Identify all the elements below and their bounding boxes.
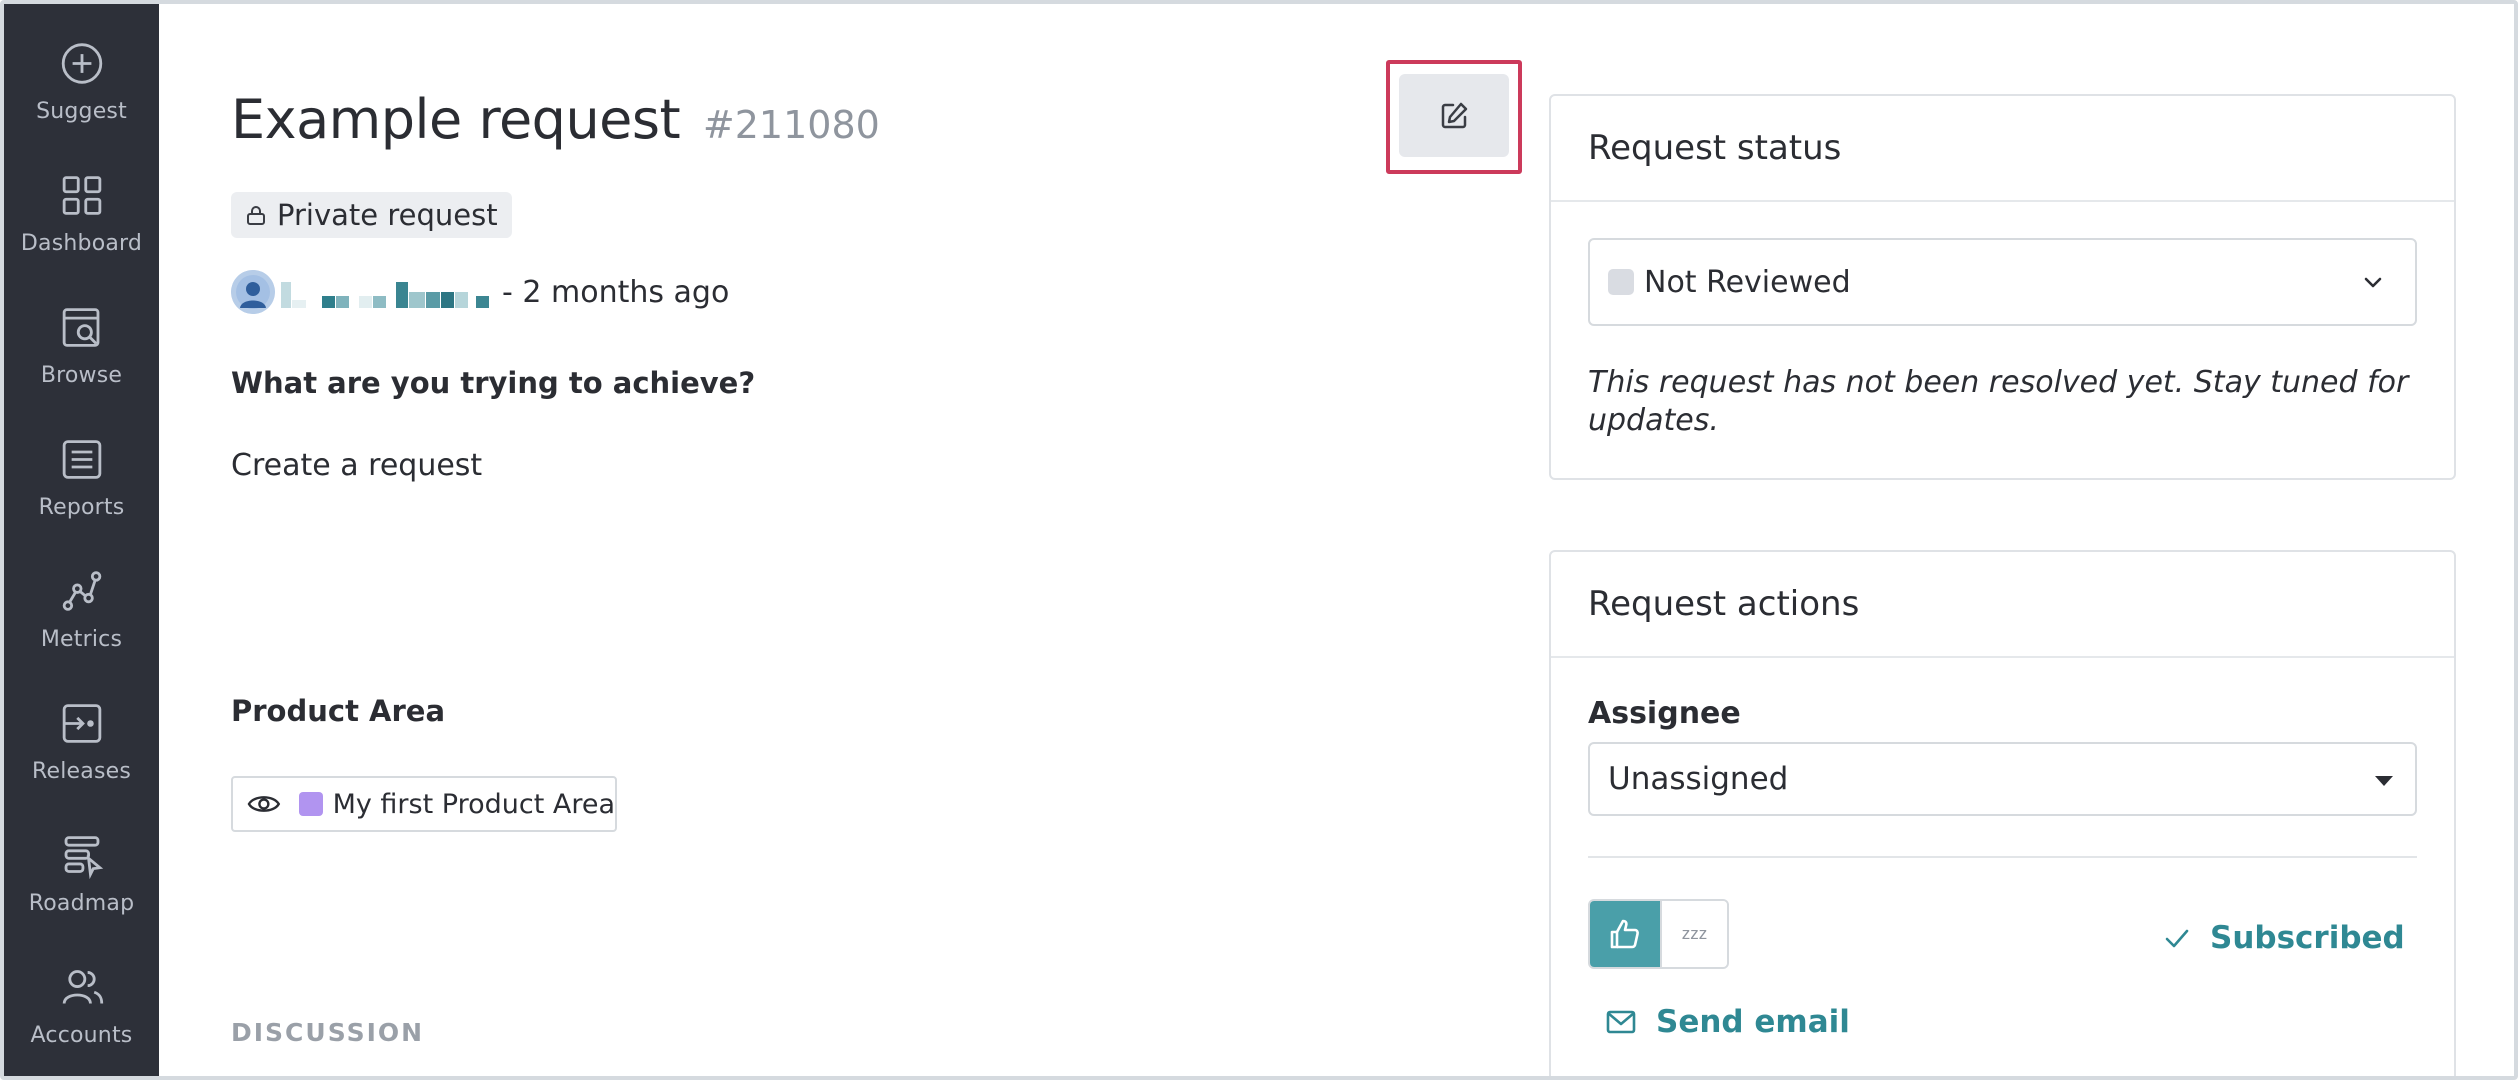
- avatar[interactable]: [231, 270, 275, 314]
- request-number: #211080: [702, 103, 880, 147]
- sidebar-item-label: Accounts: [30, 1023, 133, 1048]
- author-line: - 2 months ago: [231, 268, 729, 316]
- users-icon: [62, 970, 103, 1004]
- app-frame: Suggest Dashboard Browse Reports Metrics…: [0, 0, 2518, 1080]
- user-avatar-icon: [231, 270, 275, 314]
- sidebar: Suggest Dashboard Browse Reports Metrics…: [4, 4, 159, 1076]
- product-area-chip[interactable]: My first Product Area: [231, 776, 617, 832]
- status-color-dot: [1608, 269, 1634, 295]
- sidebar-item-label: Releases: [31, 759, 132, 784]
- sidebar-item-metrics[interactable]: Metrics: [4, 532, 159, 652]
- sidebar-item-accounts[interactable]: Accounts: [4, 928, 159, 1048]
- mail-icon: [1606, 1010, 1636, 1034]
- divider: [1588, 856, 2417, 858]
- snooze-zzz-icon: zzz: [1681, 924, 1708, 943]
- sidebar-item-releases[interactable]: Releases: [4, 664, 159, 784]
- subscribed-toggle[interactable]: Subscribed: [2164, 920, 2405, 956]
- request-timestamp: - 2 months ago: [502, 274, 730, 310]
- status-note: This request has not been resolved yet. …: [1588, 365, 2409, 438]
- send-email-label: Send email: [1656, 1004, 1850, 1040]
- graph-nodes-icon: [62, 571, 101, 611]
- sidebar-item-label: Reports: [38, 495, 125, 520]
- assignee-label: Assignee: [1588, 696, 1741, 731]
- assignee-selected-value: Unassigned: [1608, 761, 1789, 797]
- upvote-button[interactable]: [1590, 901, 1660, 967]
- sidebar-item-suggest[interactable]: Suggest: [4, 4, 159, 124]
- vote-button-group: zzz: [1588, 899, 1729, 969]
- assignee-dropdown[interactable]: Unassigned: [1588, 742, 2417, 816]
- grid-icon: [62, 176, 101, 215]
- release-arrow-icon: [62, 704, 101, 743]
- request-title: Example request: [231, 88, 681, 151]
- edit-request-button[interactable]: [1399, 74, 1509, 157]
- subscribed-label: Subscribed: [2210, 920, 2405, 956]
- private-request-badge: Private request: [231, 192, 512, 238]
- product-area-label: Product Area: [231, 694, 446, 728]
- browse-search-icon: [62, 308, 99, 347]
- thumbs-up-icon: [1610, 919, 1639, 949]
- snooze-button[interactable]: zzz: [1660, 901, 1727, 967]
- eye-icon: [247, 796, 281, 812]
- checkmark-icon: [2165, 929, 2189, 948]
- status-dropdown[interactable]: Not Reviewed: [1588, 238, 2417, 326]
- list-document-icon: [62, 440, 101, 479]
- lock-icon: [247, 206, 265, 225]
- sidebar-item-label: Roadmap: [28, 891, 135, 916]
- discussion-heading: DISCUSSION: [231, 1018, 425, 1047]
- product-area-name: My first Product Area: [332, 788, 615, 820]
- request-actions-header: Request actions: [1551, 552, 2454, 658]
- sidebar-item-label: Metrics: [40, 627, 123, 652]
- request-status-header: Request status: [1551, 96, 2454, 202]
- sidebar-item-label: Browse: [40, 363, 123, 388]
- page-title: Example request #211080: [231, 88, 880, 151]
- sidebar-item-dashboard[interactable]: Dashboard: [4, 136, 159, 256]
- plus-circle-icon: [61, 43, 102, 84]
- status-selected-value: Not Reviewed: [1644, 264, 1851, 300]
- sidebar-item-reports[interactable]: Reports: [4, 400, 159, 520]
- sidebar-item-browse[interactable]: Browse: [4, 268, 159, 388]
- question-answer: Create a request: [231, 448, 483, 483]
- chevron-down-icon: [2364, 277, 2382, 288]
- sidebar-item-label: Suggest: [36, 99, 127, 124]
- product-area-color-swatch: [298, 792, 323, 816]
- request-status-card: Request status Not Reviewed This request…: [1549, 94, 2456, 480]
- redacted-author-name: [281, 276, 490, 308]
- private-request-label: Private request: [277, 198, 498, 232]
- question-label: What are you trying to achieve?: [231, 366, 756, 400]
- roadmap-cursor-icon: [64, 836, 103, 879]
- caret-down-icon: [2375, 776, 2393, 786]
- sidebar-item-label: Dashboard: [20, 231, 143, 256]
- sidebar-item-roadmap[interactable]: Roadmap: [4, 796, 159, 916]
- send-email-link[interactable]: Send email: [1606, 1004, 1850, 1040]
- edit-pencil-icon: [1441, 102, 1468, 128]
- request-actions-card: Request actions Assignee Unassigned zzz …: [1549, 550, 2456, 1076]
